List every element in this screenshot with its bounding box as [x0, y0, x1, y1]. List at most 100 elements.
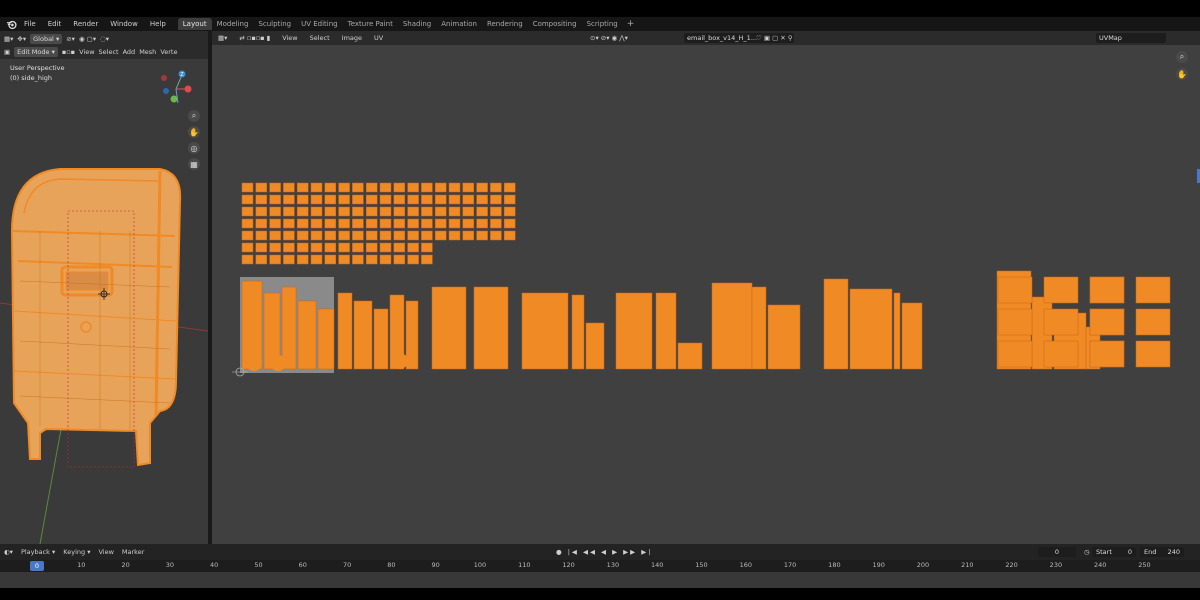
uv-island[interactable] — [241, 194, 254, 205]
3d-viewport[interactable]: ▦▾ ✥▾ Global ▾ ⊘▾ ◉ ▢▾ ◌▾ ▣ Edit Mode ▾ … — [0, 31, 208, 544]
uv-island[interactable] — [338, 182, 350, 193]
uv-island[interactable] — [997, 308, 1033, 336]
menu-render[interactable]: Render — [67, 20, 104, 28]
uv-island[interactable] — [893, 292, 901, 370]
uv-island[interactable] — [421, 254, 433, 265]
tab-animation[interactable]: Animation — [436, 18, 482, 30]
uv-island[interactable] — [241, 254, 254, 265]
mailbox-mesh[interactable] — [10, 168, 182, 468]
uv-island[interactable] — [365, 254, 378, 265]
uv-island[interactable] — [476, 230, 488, 241]
uv-island[interactable] — [379, 218, 392, 229]
uv-island[interactable] — [503, 218, 516, 229]
current-frame-field[interactable]: 0 — [1038, 547, 1076, 557]
uv-island[interactable] — [407, 182, 419, 193]
tab-shading[interactable]: Shading — [398, 18, 436, 30]
uv-island[interactable] — [296, 182, 309, 193]
uv-island[interactable] — [434, 218, 447, 229]
uv-island[interactable] — [255, 254, 268, 265]
uv-island[interactable] — [421, 194, 433, 205]
uv-island[interactable] — [338, 194, 350, 205]
uv-island[interactable] — [521, 292, 569, 370]
uv-island[interactable] — [393, 254, 406, 265]
timeline-menu-marker[interactable]: Marker — [118, 548, 148, 556]
uv-island[interactable] — [255, 242, 268, 253]
uv-island[interactable] — [373, 308, 389, 370]
uv-island[interactable] — [503, 182, 516, 193]
uv-island[interactable] — [448, 206, 461, 217]
uv-island[interactable] — [767, 304, 801, 370]
uv-island[interactable] — [296, 242, 309, 253]
uv-island[interactable] — [421, 182, 433, 193]
uv-island[interactable] — [490, 206, 502, 217]
uv-island[interactable] — [655, 292, 677, 370]
uv-island[interactable] — [490, 182, 502, 193]
uv-island[interactable] — [393, 194, 406, 205]
uv-island[interactable] — [352, 182, 364, 193]
uv-island[interactable] — [324, 218, 337, 229]
uv-island[interactable] — [503, 206, 516, 217]
uv-island[interactable] — [1043, 276, 1079, 304]
uv-island[interactable] — [1089, 340, 1125, 368]
uv-island[interactable] — [324, 242, 337, 253]
uv-island[interactable] — [255, 218, 268, 229]
uv-island[interactable] — [405, 300, 419, 370]
uv-island[interactable] — [1089, 276, 1125, 304]
uv-island[interactable] — [407, 230, 419, 241]
tab-compositing[interactable]: Compositing — [528, 18, 582, 30]
uv-island[interactable] — [379, 242, 392, 253]
uv-island[interactable] — [246, 355, 262, 371]
uv-island[interactable] — [324, 194, 337, 205]
uv-island[interactable] — [421, 230, 433, 241]
uv-island[interactable] — [241, 206, 254, 217]
uv-island[interactable] — [448, 194, 461, 205]
uv-island[interactable] — [281, 286, 297, 370]
uv-islands[interactable] — [241, 182, 1171, 371]
uv-island[interactable] — [269, 230, 281, 241]
uv-island[interactable] — [431, 286, 467, 370]
uv-island[interactable] — [241, 182, 254, 193]
uv-island[interactable] — [392, 353, 408, 369]
uv-island[interactable] — [365, 230, 378, 241]
uv-island[interactable] — [849, 288, 893, 370]
uv-island[interactable] — [310, 218, 323, 229]
tab-texture-paint[interactable]: Texture Paint — [343, 18, 398, 30]
uv-island[interactable] — [407, 194, 419, 205]
uv-island[interactable] — [352, 230, 364, 241]
menu-window[interactable]: Window — [104, 20, 144, 28]
uv-island[interactable] — [462, 206, 475, 217]
uv-island[interactable] — [476, 206, 488, 217]
uv-island[interactable] — [407, 206, 419, 217]
uv-island[interactable] — [823, 278, 849, 370]
uv-island[interactable] — [1135, 276, 1171, 304]
uv-island[interactable] — [448, 182, 461, 193]
uv-island[interactable] — [310, 242, 323, 253]
uv-island[interactable] — [338, 218, 350, 229]
uv-island[interactable] — [324, 254, 337, 265]
uv-island[interactable] — [393, 230, 406, 241]
blender-logo-icon[interactable] — [4, 17, 18, 31]
uv-island[interactable] — [490, 218, 502, 229]
uv-island[interactable] — [337, 292, 353, 370]
uv-island[interactable] — [296, 254, 309, 265]
uv-island[interactable] — [379, 254, 392, 265]
uv-island[interactable] — [421, 218, 433, 229]
uv-island[interactable] — [1135, 308, 1171, 336]
uv-island[interactable] — [462, 182, 475, 193]
tab-modeling[interactable]: Modeling — [212, 18, 254, 30]
uv-island[interactable] — [283, 206, 295, 217]
timeline-track[interactable] — [0, 572, 1200, 588]
uv-island[interactable] — [434, 230, 447, 241]
uv-island[interactable] — [365, 182, 378, 193]
uv-island[interactable] — [352, 206, 364, 217]
uv-island[interactable] — [310, 230, 323, 241]
uv-island[interactable] — [490, 230, 502, 241]
uv-island[interactable] — [352, 194, 364, 205]
uv-island[interactable] — [241, 218, 254, 229]
uv-island[interactable] — [255, 182, 268, 193]
uv-island[interactable] — [283, 182, 295, 193]
uv-island[interactable] — [434, 194, 447, 205]
uv-island[interactable] — [352, 242, 364, 253]
uv-island[interactable] — [901, 302, 923, 370]
uv-island[interactable] — [283, 242, 295, 253]
